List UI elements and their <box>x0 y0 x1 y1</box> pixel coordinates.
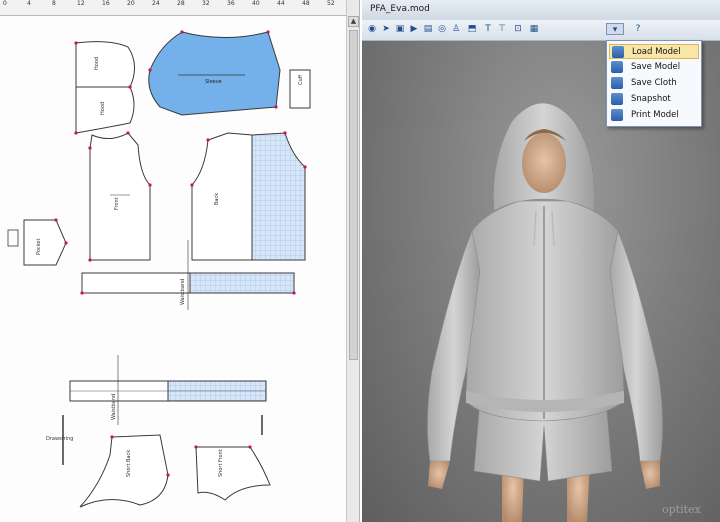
pattern-label: Waistband <box>111 394 117 420</box>
menu-item-label: Snapshot <box>631 94 671 104</box>
vertical-scrollbar[interactable]: ▲ <box>346 0 360 522</box>
ruler-tick-label: 20 <box>127 0 135 7</box>
pattern-editor-pane[interactable]: 0 4 8 12 16 20 24 28 32 36 40 44 48 52 H… <box>0 0 346 522</box>
ruler-tick-label: 48 <box>302 0 310 7</box>
menu-item-label: Save Cloth <box>631 78 677 88</box>
menu-item-save-model[interactable]: Save Model <box>609 60 699 75</box>
pattern-label: Sleeve <box>205 79 222 85</box>
cloth-icon[interactable]: ▤ <box>422 23 434 35</box>
ruler-tick-label: 16 <box>102 0 110 7</box>
viewer-toolbar: ◉ ➤ ▣ ▶ ▤ ◎ ♙ ⬒ T ⊤ ⊡ ▦ ▾ ? <box>362 20 720 41</box>
shirt-icon[interactable]: ⬒ <box>466 23 478 35</box>
ruler-tick-label: 52 <box>327 0 335 7</box>
play-icon[interactable]: ▶ <box>408 23 420 35</box>
short-back-piece[interactable]: Short Back <box>79 434 169 508</box>
ruler-tick-label: 32 <box>202 0 210 7</box>
menu-item-label: Load Model <box>632 47 681 57</box>
save-icon[interactable]: ▣ <box>394 23 406 35</box>
save-cloth-icon <box>611 77 623 89</box>
save-model-icon <box>611 61 623 73</box>
ruler-tick-label: 12 <box>77 0 85 7</box>
model-menu-icon[interactable]: ▾ <box>606 23 624 35</box>
pattern-label: Front <box>114 197 120 210</box>
viewer-title: PFA_Eva.mod <box>370 4 430 14</box>
print-model-icon <box>611 109 623 121</box>
hood-piece-upper[interactable]: Hood <box>75 41 135 88</box>
back-piece[interactable]: Back <box>191 132 306 261</box>
menu-item-snapshot[interactable]: Snapshot <box>609 92 699 107</box>
menu-item-label: Save Model <box>631 62 681 72</box>
scroll-thumb[interactable] <box>349 30 358 360</box>
horizontal-ruler: 0 4 8 12 16 20 24 28 32 36 40 44 48 52 <box>0 0 346 16</box>
pattern-label: Hood <box>100 102 106 115</box>
load-model-icon <box>612 46 624 58</box>
pattern-label: Back <box>214 193 220 205</box>
hood-piece-lower[interactable]: Hood <box>75 86 135 134</box>
waistband-piece-lower[interactable]: Waistband <box>69 355 267 425</box>
ruler-tick-label: 44 <box>277 0 285 7</box>
pocket-piece[interactable]: Pocket <box>7 219 67 266</box>
ruler-tick-label: 40 <box>252 0 260 7</box>
front-piece[interactable]: Front <box>89 132 151 261</box>
eye-icon[interactable]: ◎ <box>436 23 448 35</box>
pattern-label: Waistband <box>180 279 186 305</box>
measure-icon[interactable]: ⊤ <box>496 23 508 35</box>
cuff-piece[interactable]: Cuff <box>289 69 311 109</box>
pattern-label: Short Back <box>126 450 132 477</box>
scroll-up-arrow-icon[interactable]: ▲ <box>348 16 359 27</box>
menu-item-load-model[interactable]: Load Model <box>609 44 699 59</box>
pattern-label: Short Front <box>218 449 224 477</box>
sleeve-piece[interactable]: Sleeve <box>148 31 281 116</box>
short-front-piece[interactable]: Short Front <box>195 446 271 501</box>
mannequin-icon[interactable]: ♙ <box>450 23 462 35</box>
viewer-title-bar[interactable]: PFA_Eva.mod <box>362 0 720 21</box>
snapshot-icon <box>611 93 623 105</box>
ruler-tick-label: 24 <box>152 0 160 7</box>
ruler-tick-label: 28 <box>177 0 185 7</box>
pattern-label: Hood <box>94 57 100 70</box>
ruler-tick-label: 8 <box>52 0 56 7</box>
pattern-label: Pocket <box>36 239 42 255</box>
pattern-label: Drawstring <box>46 436 73 442</box>
watermark-text: optitex <box>662 503 701 516</box>
help-icon[interactable]: ? <box>632 23 644 35</box>
pattern-canvas[interactable]: Hood Hood Sleeve Cuff Front Back Pocket … <box>0 15 346 522</box>
camera-icon[interactable]: ⊡ <box>512 23 524 35</box>
pattern-label: Cuff <box>298 74 304 85</box>
arrow-icon[interactable]: ➤ <box>380 23 392 35</box>
ruler-tick-label: 36 <box>227 0 235 7</box>
grid-icon[interactable]: ▦ <box>528 23 540 35</box>
text-icon[interactable]: T <box>482 23 494 35</box>
model-menu-dropdown: Load Model Save Model Save Cloth Snapsho… <box>606 40 702 127</box>
menu-item-label: Print Model <box>631 110 679 120</box>
menu-item-print-model[interactable]: Print Model <box>609 108 699 123</box>
ruler-tick-label: 0 <box>3 0 7 7</box>
menu-item-save-cloth[interactable]: Save Cloth <box>609 76 699 91</box>
globe-icon[interactable]: ◉ <box>366 23 378 35</box>
ruler-tick-label: 4 <box>27 0 31 7</box>
